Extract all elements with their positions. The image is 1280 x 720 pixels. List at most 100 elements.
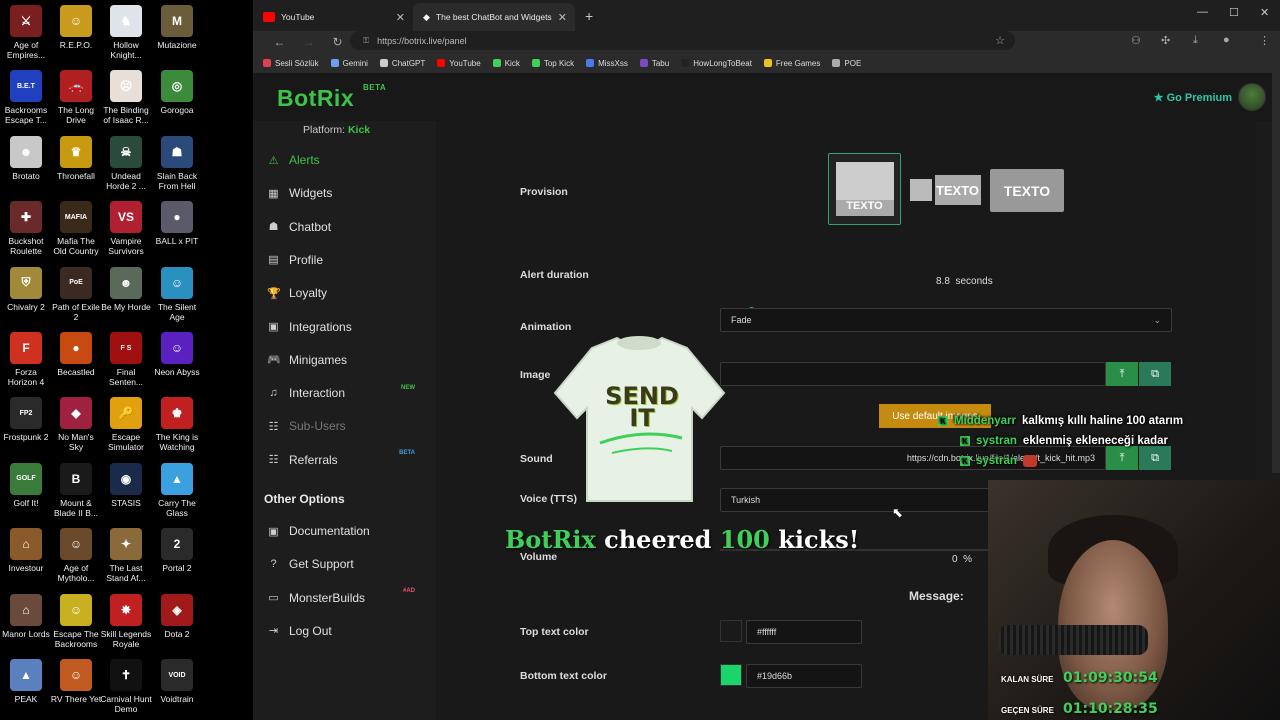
upload-sound-button[interactable]: ⤒	[1106, 446, 1138, 470]
desktop-icon[interactable]: ✚ Buckshot Roulette	[0, 201, 52, 256]
provision-option-1[interactable]: TEXTO	[828, 153, 901, 225]
bookmark-item[interactable]: YouTube	[437, 59, 481, 68]
bookmark-item[interactable]: Sesli Sözlük	[263, 59, 319, 68]
new-tab-icon[interactable]: +	[585, 8, 593, 24]
provision-option-2[interactable]: TEXTO	[908, 175, 982, 205]
desktop-icon[interactable]: ◉ STASIS	[100, 462, 152, 508]
sidebar-item-integrations[interactable]: ▣ Integrations	[267, 317, 427, 337]
desktop-icon[interactable]: ✦ The Last Stand Af...	[100, 528, 152, 583]
desktop-icon[interactable]: GOLF Golf It!	[0, 462, 52, 508]
sidebar-item-sub-users[interactable]: ☷ Sub-Users	[267, 416, 427, 436]
address-bar[interactable]: ⚿ https://botrix.live/panel ☆	[350, 31, 1015, 50]
close-window-icon[interactable]: ✕	[1260, 6, 1269, 19]
desktop-icon[interactable]: 2 Portal 2	[151, 528, 203, 573]
desktop-icon[interactable]: ♚ The King is Watching	[151, 397, 203, 452]
sidebar-item-interaction[interactable]: ♫ Interaction NEW	[267, 383, 427, 403]
desktop-icon[interactable]: ✸ Skill Legends Royale	[100, 593, 152, 649]
desktop-icon[interactable]: B Mount & Blade II B...	[50, 462, 102, 518]
sidebar-item-get-support[interactable]: ? Get Support	[267, 554, 427, 574]
desktop-icon[interactable]: ☺ RV There Yet	[50, 659, 102, 704]
desktop-icon[interactable]: 🔑 Escape Simulator	[100, 397, 152, 452]
desktop-icon[interactable]: ◈ Dota 2	[151, 593, 203, 639]
top-text-color-swatch[interactable]	[720, 620, 742, 642]
desktop-icon[interactable]: F Forza Horizon 4	[0, 332, 52, 387]
close-tab-icon[interactable]: ✕	[396, 11, 405, 24]
sound-url-input[interactable]: https://cdn.botrix.live/file/1/alerts/t_…	[720, 446, 1106, 470]
desktop-icon[interactable]: ☻ Be My Horde	[100, 266, 152, 312]
reload-icon[interactable]: ↻	[323, 35, 352, 49]
bookmark-item[interactable]: Gemini	[330, 59, 368, 68]
go-premium-link[interactable]: ★ Go Premium	[1154, 91, 1232, 104]
desktop-icon[interactable]: FP2 Frostpunk 2	[0, 397, 52, 442]
download-icon[interactable]: ⤓	[1193, 34, 1198, 47]
desktop-icon[interactable]: ☻ Brotato	[0, 135, 52, 181]
sidebar-item-loyalty[interactable]: 🏆 Loyalty	[267, 283, 427, 303]
puzzle-icon[interactable]: ✣	[1161, 34, 1170, 47]
sidebar-item-alerts[interactable]: ⚠ Alerts	[267, 150, 427, 170]
desktop-icon[interactable]: ☺ Escape The Backrooms	[50, 593, 102, 649]
close-tab-icon[interactable]: ✕	[558, 11, 567, 24]
desktop-icon[interactable]: ▲ Carry The Glass	[151, 462, 203, 518]
bottom-text-color-input[interactable]: #19d66b	[746, 664, 862, 688]
desktop-icon[interactable]: ⚔ Age of Empires...	[0, 5, 52, 60]
bookmark-item[interactable]: Kick	[492, 59, 520, 68]
desktop-icon[interactable]: VS Vampire Survivors	[100, 201, 152, 256]
sidebar-item-monsterbuilds[interactable]: ▭ MonsterBuilds #AD	[267, 588, 427, 608]
minimize-icon[interactable]: —	[1197, 6, 1208, 18]
animation-select[interactable]: Fade ⌄	[720, 308, 1172, 332]
sidebar-item-referrals[interactable]: ☷ Referrals BETA	[267, 450, 427, 470]
desktop-icon[interactable]: ▲ PEAK	[0, 659, 52, 704]
desktop-icon[interactable]: ☗ Slain Back From Hell	[151, 135, 203, 191]
desktop-icon[interactable]: M Mutazione	[151, 5, 203, 50]
desktop-icon[interactable]: ♛ Thronefall	[50, 135, 102, 181]
desktop-icon[interactable]: ☹ The Binding of Isaac R...	[100, 70, 152, 125]
bookmark-item[interactable]: MissXss	[586, 59, 628, 68]
sidebar-item-widgets[interactable]: ▦ Widgets	[267, 183, 427, 203]
sound-gallery-button[interactable]: ⧉	[1139, 446, 1171, 470]
sidebar-item-chatbot[interactable]: ☗ Chatbot	[267, 217, 427, 237]
provision-option-3[interactable]: TEXTO	[990, 169, 1064, 212]
user-avatar[interactable]	[1238, 83, 1266, 111]
desktop-icon[interactable]: ◎ Gorogoa	[151, 70, 203, 115]
image-gallery-button[interactable]: ⧉	[1139, 362, 1171, 386]
desktop-icon[interactable]: MAFIA Mafia The Old Country	[50, 201, 102, 256]
extension-icon[interactable]: ⚇	[1131, 34, 1141, 47]
desktop-icon[interactable]: 🚗 The Long Drive	[50, 70, 102, 125]
desktop-icon[interactable]: ☺ Age of Mytholo...	[50, 528, 102, 583]
top-text-color-input[interactable]: #ffffff	[746, 620, 862, 644]
page-scrollbar[interactable]	[1272, 73, 1280, 473]
desktop-icon[interactable]: PoE Path of Exile 2	[50, 266, 102, 322]
desktop-icon[interactable]: ⛨ Chivalry 2	[0, 266, 52, 312]
desktop-icon[interactable]: ⌂ Manor Lords	[0, 593, 52, 639]
bookmark-item[interactable]: POE	[832, 59, 861, 68]
site-info-icon[interactable]: ⚿	[363, 36, 369, 46]
sidebar-item-log-out[interactable]: ⇥ Log Out	[267, 621, 427, 641]
bookmark-item[interactable]: HowLongToBeat	[681, 59, 752, 68]
desktop-icon[interactable]: ☺ R.E.P.O.	[50, 5, 102, 50]
desktop-icon[interactable]: VOID Voidtrain	[151, 659, 203, 704]
tab-botrix[interactable]: ◆ The best ChatBot and Widgets fo ✕	[413, 3, 575, 31]
upload-image-button[interactable]: ⤒	[1106, 362, 1138, 386]
desktop-icon[interactable]: ♞ Hollow Knight...	[100, 5, 152, 60]
sidebar-item-profile[interactable]: ▤ Profile	[267, 250, 427, 270]
desktop-icon[interactable]: ● Becastled	[50, 332, 102, 377]
desktop-icon[interactable]: F S Final Senten...	[100, 332, 152, 387]
desktop-icon[interactable]: ● BALL x PIT	[151, 201, 203, 246]
bookmark-star-icon[interactable]: ☆	[995, 34, 1005, 47]
bookmark-item[interactable]: Free Games	[763, 59, 820, 68]
desktop-icon[interactable]: ☺ Neon Abyss	[151, 332, 203, 377]
botrix-logo[interactable]: BotRix BETA	[277, 83, 386, 112]
bookmark-item[interactable]: Top Kick	[531, 59, 574, 68]
desktop-icon[interactable]: ☠ Undead Horde 2 ...	[100, 135, 152, 191]
desktop-icon[interactable]: ✝ Carnival Hunt Demo	[100, 659, 152, 714]
image-url-input[interactable]	[720, 362, 1106, 386]
bookmark-item[interactable]: ChatGPT	[379, 59, 425, 68]
sidebar-item-minigames[interactable]: 🎮 Minigames	[267, 350, 427, 370]
desktop-icon[interactable]: ⌂ Investour	[0, 528, 52, 573]
menu-dots-icon[interactable]: ⋮	[1259, 34, 1270, 47]
tab-youtube[interactable]: YouTube ✕	[253, 3, 413, 31]
bottom-text-color-swatch[interactable]	[720, 664, 742, 686]
sidebar-item-documentation[interactable]: ▣ Documentation	[267, 521, 427, 541]
maximize-icon[interactable]: ☐	[1229, 6, 1239, 19]
back-icon[interactable]: ←	[265, 35, 294, 49]
